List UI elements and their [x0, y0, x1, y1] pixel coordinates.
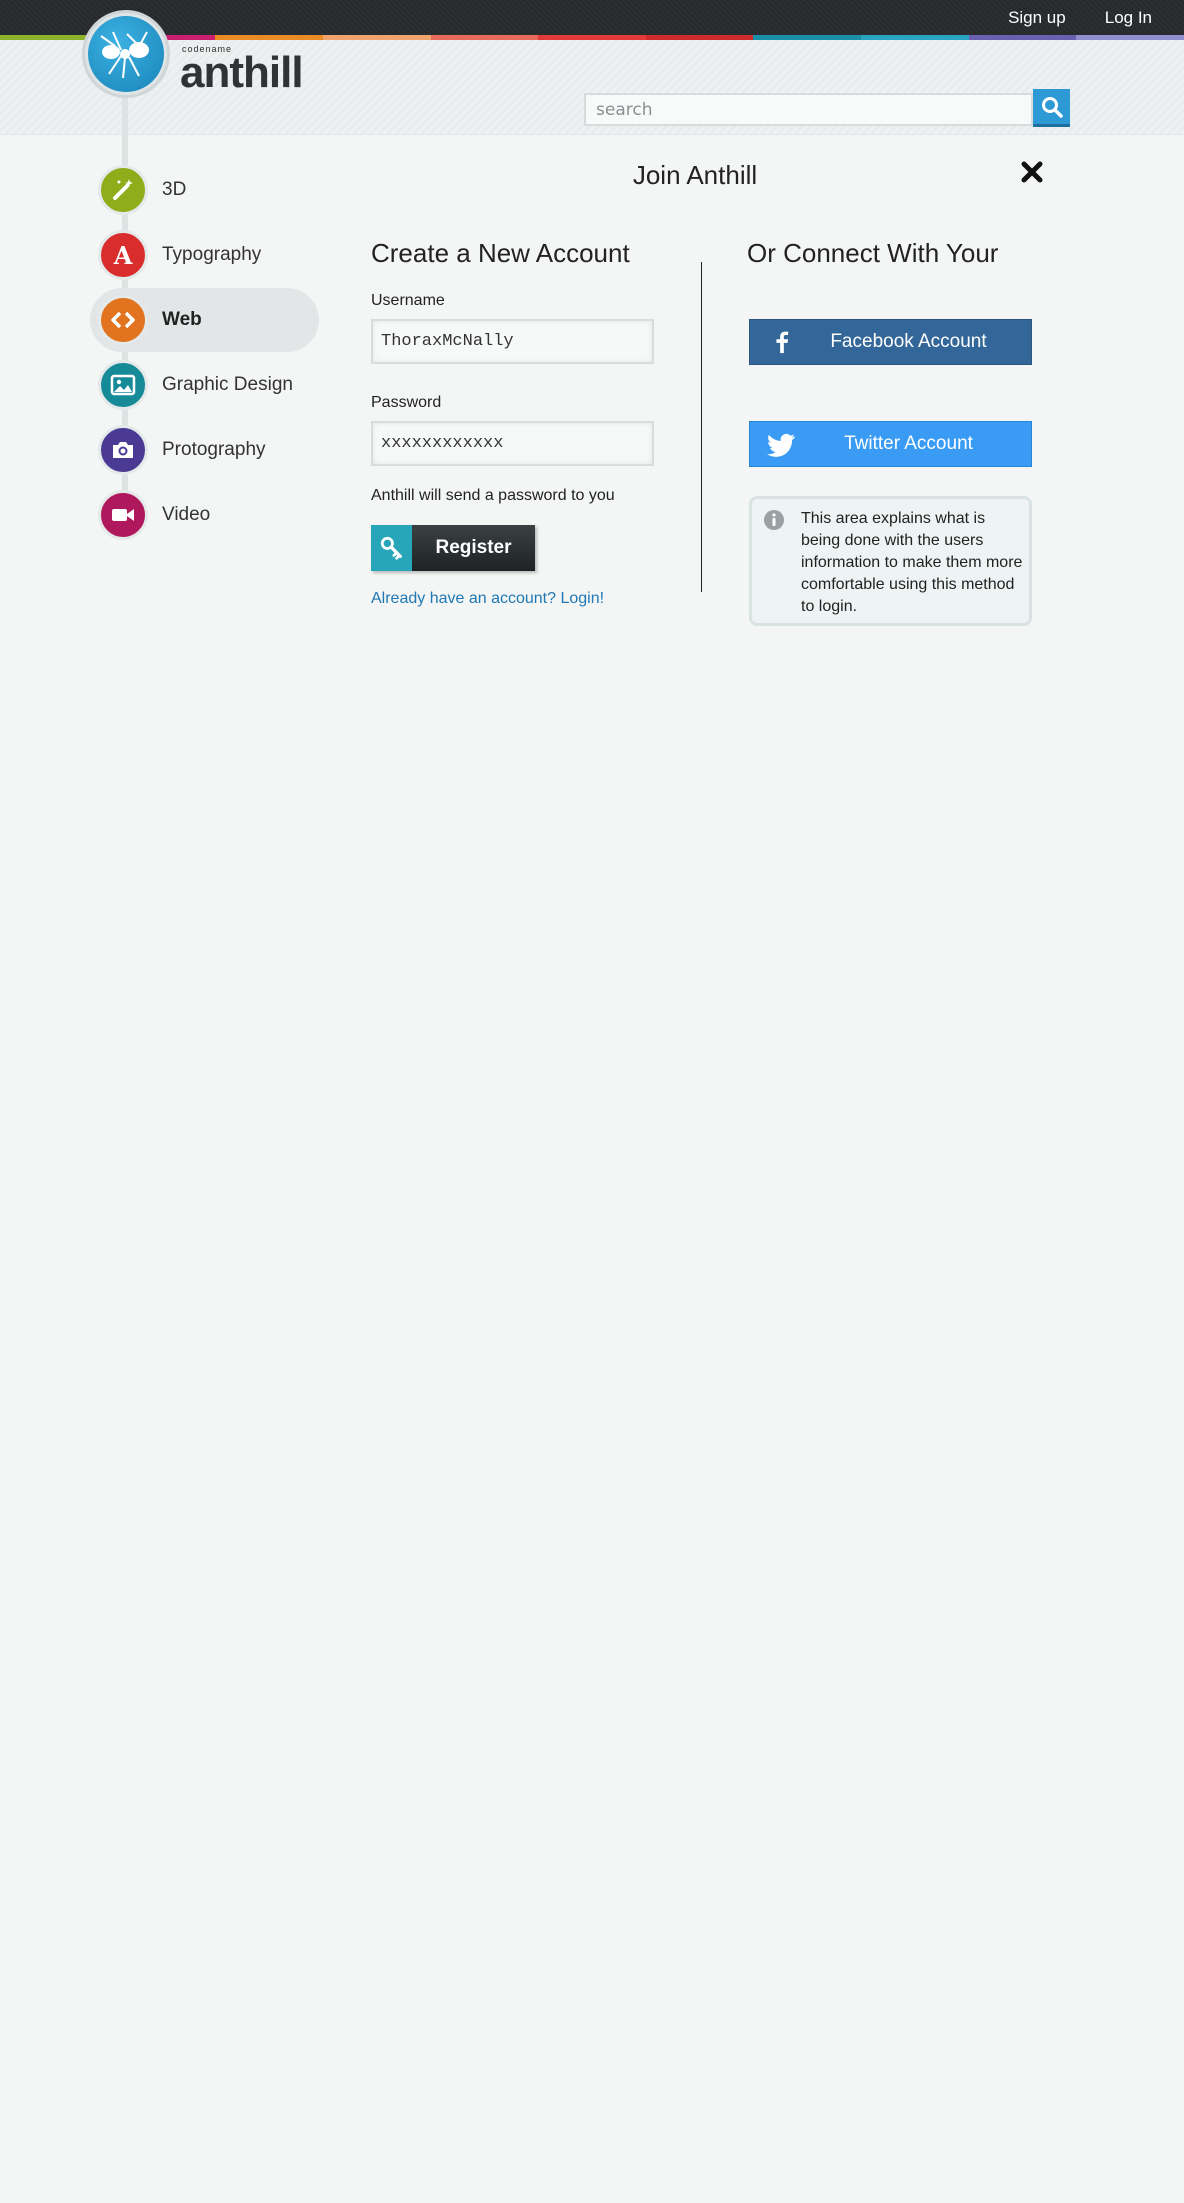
- video-camera-icon: [112, 509, 134, 521]
- svg-text:A: A: [113, 241, 133, 269]
- camera-icon: [113, 442, 133, 458]
- sidebar-item-video[interactable]: Video: [90, 483, 319, 547]
- register-label: Register: [412, 525, 535, 571]
- twitter-button[interactable]: Twitter Account: [749, 421, 1032, 467]
- password-hint: Anthill will send a password to you: [371, 487, 615, 504]
- search-input[interactable]: [584, 93, 1033, 126]
- logo[interactable]: [82, 10, 170, 98]
- info-text: This area explains what is being done wi…: [801, 510, 1023, 615]
- search-bar: [584, 89, 1070, 127]
- connect-heading: Or Connect With Your: [747, 238, 999, 268]
- sidebar-icon-video: [98, 490, 148, 540]
- sidebar-icon-web: [98, 295, 148, 345]
- search-icon: [1041, 96, 1063, 118]
- image-icon: [110, 374, 136, 396]
- sidebar-item-photography[interactable]: Protography: [90, 418, 319, 482]
- facebook-button[interactable]: Facebook Account: [749, 319, 1032, 365]
- search-button[interactable]: [1033, 89, 1070, 127]
- twitter-icon-wrap: [750, 429, 814, 459]
- sidebar-label: Typography: [162, 244, 262, 265]
- login-link-top[interactable]: Log In: [1105, 8, 1152, 28]
- sidebar-label: 3D: [162, 179, 187, 200]
- sidebar-icon-typography: A: [98, 230, 148, 280]
- register-key-area: [371, 525, 412, 571]
- sidebar-icon-3d: [98, 165, 148, 215]
- ant-logo-icon: [100, 31, 149, 79]
- top-bar: Sign up Log In: [0, 0, 1184, 35]
- twitter-label: Twitter Account: [844, 433, 973, 454]
- sidebar-item-web[interactable]: Web: [90, 288, 319, 352]
- info-icon: [764, 510, 784, 530]
- sidebar-label: Protography: [162, 439, 266, 460]
- code-icon: [111, 311, 135, 329]
- register-button[interactable]: Register: [371, 525, 535, 571]
- sidebar-label: Web: [162, 309, 202, 330]
- wand-icon: [113, 179, 133, 200]
- sidebar-item-3d[interactable]: 3D: [90, 158, 319, 222]
- facebook-icon-wrap: [750, 329, 814, 355]
- sidebar-label: Video: [162, 504, 211, 525]
- brand-name: anthill: [180, 48, 304, 97]
- create-account-heading: Create a New Account: [371, 238, 630, 268]
- sidebar-icon-graphic-design: [98, 360, 148, 410]
- sidebar-icon-photography: [98, 425, 148, 475]
- info-box: This area explains what is being done wi…: [749, 496, 1032, 626]
- twitter-icon: [767, 433, 795, 457]
- brand-wordmark: codename anthill: [180, 44, 304, 97]
- password-field[interactable]: [371, 421, 654, 466]
- modal-title: Join Anthill: [632, 160, 758, 190]
- column-divider: [701, 262, 702, 592]
- password-label: Password: [371, 394, 442, 411]
- username-field[interactable]: [371, 319, 654, 364]
- top-links: Sign up Log In: [1008, 8, 1152, 28]
- close-button[interactable]: [1018, 158, 1046, 186]
- login-link[interactable]: Already have an account? Login!: [371, 590, 604, 608]
- facebook-icon: [776, 331, 789, 354]
- facebook-label: Facebook Account: [830, 331, 987, 352]
- sidebar-item-typography[interactable]: A Typography: [90, 223, 319, 287]
- key-icon: [380, 536, 402, 560]
- letter-a-icon: A: [113, 241, 133, 269]
- signup-link[interactable]: Sign up: [1008, 8, 1066, 28]
- header: [0, 40, 1184, 135]
- sidebar-item-graphic-design[interactable]: Graphic Design: [90, 353, 319, 417]
- username-label: Username: [371, 292, 445, 309]
- close-icon: [1021, 161, 1043, 183]
- sidebar-label: Graphic Design: [162, 374, 293, 395]
